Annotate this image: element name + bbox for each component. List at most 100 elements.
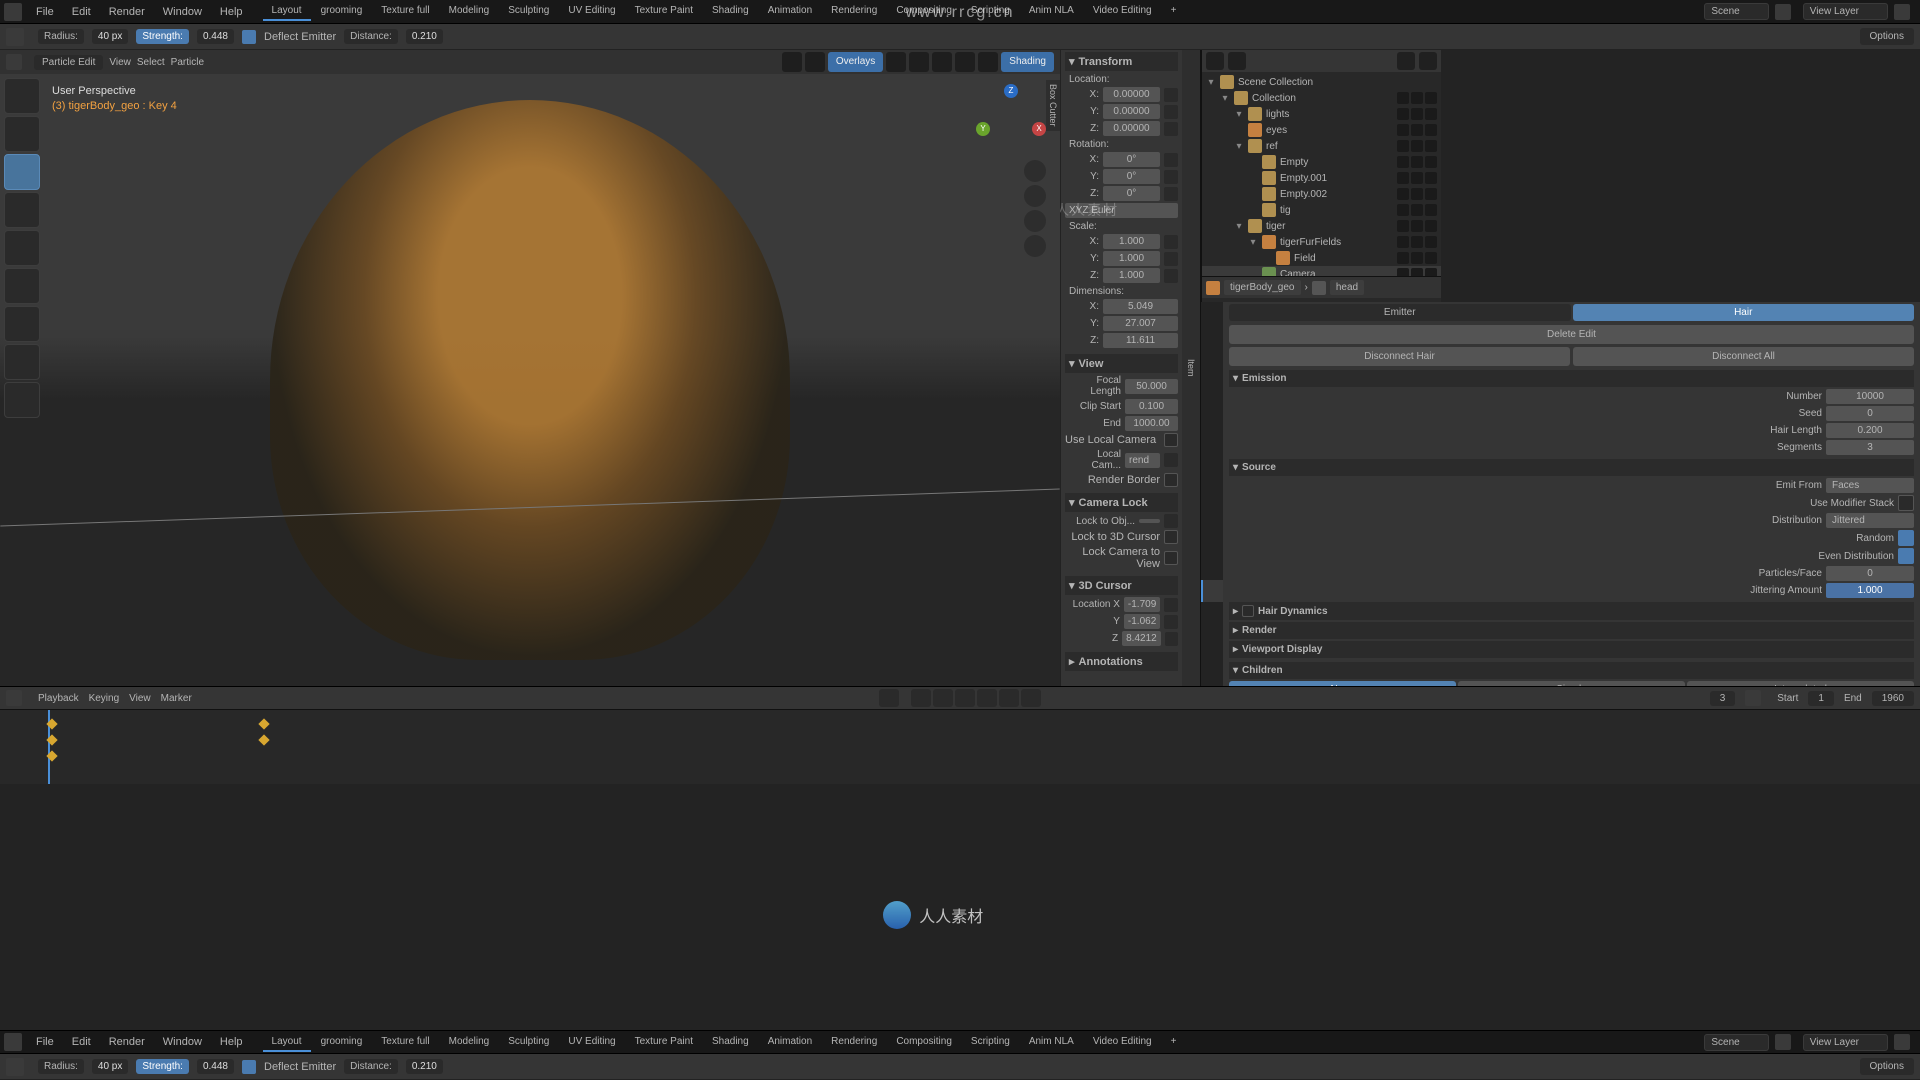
scene-selector[interactable]: Scene <box>1704 1034 1768 1051</box>
viewport-display-header[interactable]: ▸ Viewport Display <box>1229 641 1914 658</box>
tree-row[interactable]: Empty.001 <box>1202 170 1441 186</box>
reset-icon[interactable] <box>1164 615 1178 629</box>
menu-render[interactable]: Render <box>101 1033 153 1051</box>
tree-row[interactable]: ▾ref <box>1202 138 1441 154</box>
workspace-tab[interactable]: Scripting <box>962 1033 1019 1052</box>
menu-file[interactable]: File <box>28 1033 62 1051</box>
tree-row[interactable]: Empty.002 <box>1202 186 1441 202</box>
cursor-x[interactable]: -1.709 <box>1124 597 1160 612</box>
random-checkbox[interactable] <box>1898 530 1914 546</box>
children-none[interactable]: None <box>1229 681 1456 686</box>
scale-y[interactable]: 1.000 <box>1103 251 1160 266</box>
tree-row[interactable]: eyes <box>1202 122 1441 138</box>
editor-type-icon[interactable] <box>6 690 22 706</box>
editor-type-icon[interactable] <box>1206 52 1224 70</box>
ptab-modifier-icon[interactable] <box>1201 442 1223 464</box>
ptab-object-icon[interactable] <box>1201 419 1223 441</box>
options-dropdown[interactable]: Options <box>1860 1058 1914 1075</box>
tree-row[interactable]: Camera <box>1202 266 1441 276</box>
children-interpolated[interactable]: Interpolated <box>1687 681 1914 686</box>
ptab-particle-icon[interactable] <box>1201 465 1223 487</box>
ptab-output-icon[interactable] <box>1201 327 1223 349</box>
workspace-tab[interactable]: Texture Paint <box>626 2 702 21</box>
overlays-label[interactable]: Overlays <box>828 52 883 72</box>
workspace-tab[interactable]: + <box>1162 2 1186 21</box>
funnel-icon[interactable] <box>1419 52 1437 70</box>
seed-value[interactable]: 0 <box>1826 406 1914 421</box>
jitter-value[interactable]: 1.000 <box>1826 583 1914 598</box>
tree-row[interactable]: ▾Collection <box>1202 90 1441 106</box>
delete-edit-button[interactable]: Delete Edit <box>1229 325 1914 344</box>
local-cam-val[interactable]: rend <box>1125 453 1160 468</box>
workspace-tab[interactable]: Anim NLA <box>1020 1033 1083 1052</box>
clock-icon[interactable] <box>1745 690 1761 706</box>
workspace-tab[interactable]: Video Editing <box>1084 2 1161 21</box>
next-key-icon[interactable] <box>999 689 1019 707</box>
loc-y[interactable]: 0.00000 <box>1103 104 1160 119</box>
lock-icon[interactable] <box>1164 269 1178 283</box>
distance-value[interactable]: 0.210 <box>406 1059 443 1074</box>
tl-marker[interactable]: Marker <box>161 693 192 704</box>
lock-icon[interactable] <box>1164 187 1178 201</box>
lock-icon[interactable] <box>1164 122 1178 136</box>
ptab-viewlayer-icon[interactable] <box>1201 350 1223 372</box>
rotation-mode[interactable]: XYZ Euler <box>1065 203 1178 218</box>
deflect-emitter-checkbox[interactable] <box>242 1060 256 1074</box>
number-value[interactable]: 10000 <box>1826 389 1914 404</box>
mode-hair[interactable]: Hair <box>1573 304 1915 321</box>
clip-start[interactable]: 0.100 <box>1125 399 1178 414</box>
dim-z[interactable]: 11.611 <box>1103 333 1178 348</box>
3d-viewport[interactable]: Particle Edit View Select Particle Overl… <box>0 50 1060 686</box>
play-reverse-icon[interactable] <box>955 689 975 707</box>
menu-file[interactable]: File <box>28 3 62 21</box>
options-dropdown[interactable]: Options <box>1860 28 1914 45</box>
workspace-tab[interactable]: Animation <box>759 2 821 21</box>
menu-render[interactable]: Render <box>101 3 153 21</box>
loc-x[interactable]: 0.00000 <box>1103 87 1160 102</box>
workspace-tab[interactable]: Scripting <box>962 2 1019 21</box>
end-frame[interactable]: 1960 <box>1872 691 1914 706</box>
workspace-tab[interactable]: Shading <box>703 1033 758 1052</box>
rendered-shading-icon[interactable] <box>978 52 998 72</box>
rot-x[interactable]: 0° <box>1103 152 1160 167</box>
lock-icon[interactable] <box>1164 252 1178 266</box>
workspace-tab[interactable]: Video Editing <box>1084 1033 1161 1052</box>
scene-selector[interactable]: Scene <box>1704 3 1768 20</box>
ptab-constraints-icon[interactable] <box>1201 511 1223 533</box>
clear-icon[interactable] <box>1164 453 1178 467</box>
workspace-tab[interactable]: Texture full <box>372 1033 438 1052</box>
workspace-tab[interactable]: Layout <box>263 1033 311 1052</box>
tree-row[interactable]: Field <box>1202 250 1441 266</box>
autokey-icon[interactable] <box>879 689 899 707</box>
children-header[interactable]: ▾ Children <box>1229 662 1914 679</box>
even-dist-checkbox[interactable] <box>1898 548 1914 564</box>
filter-icon[interactable] <box>1228 52 1246 70</box>
lock-obj-field[interactable] <box>1139 519 1160 523</box>
reset-icon[interactable] <box>1165 632 1178 646</box>
source-header[interactable]: ▾ Source <box>1229 459 1914 476</box>
workspace-tab[interactable]: Texture full <box>372 2 438 21</box>
viewlayer-selector[interactable]: View Layer <box>1803 1034 1888 1051</box>
radius-value[interactable]: 40 px <box>92 1059 128 1074</box>
transform-panel-header[interactable]: ▾ Transform <box>1065 52 1178 71</box>
vp-menu-view[interactable]: View <box>109 57 131 68</box>
view-panel-header[interactable]: ▾ View <box>1065 354 1178 373</box>
menu-help[interactable]: Help <box>212 1033 251 1051</box>
tl-view[interactable]: View <box>129 693 151 704</box>
mode-emitter[interactable]: Emitter <box>1229 304 1571 321</box>
3d-cursor-header[interactable]: ▾ 3D Cursor <box>1065 576 1178 595</box>
hair-dynamics-header[interactable]: ▸ Hair Dynamics <box>1229 602 1914 620</box>
ptab-scene-icon[interactable] <box>1201 373 1223 395</box>
workspace-tab[interactable]: Animation <box>759 1033 821 1052</box>
scale-x[interactable]: 1.000 <box>1103 234 1160 249</box>
lock-icon[interactable] <box>1164 105 1178 119</box>
viewlayer-selector[interactable]: View Layer <box>1803 3 1888 20</box>
clip-end[interactable]: 1000.00 <box>1125 416 1178 431</box>
focal-length[interactable]: 50.000 <box>1125 379 1178 394</box>
menu-edit[interactable]: Edit <box>64 1033 99 1051</box>
tree-row[interactable]: Empty <box>1202 154 1441 170</box>
workspace-tab[interactable]: + <box>1162 1033 1186 1052</box>
use-local-cam-checkbox[interactable] <box>1164 433 1178 447</box>
lock-icon[interactable] <box>1164 88 1178 102</box>
hair-length-value[interactable]: 0.200 <box>1826 423 1914 438</box>
